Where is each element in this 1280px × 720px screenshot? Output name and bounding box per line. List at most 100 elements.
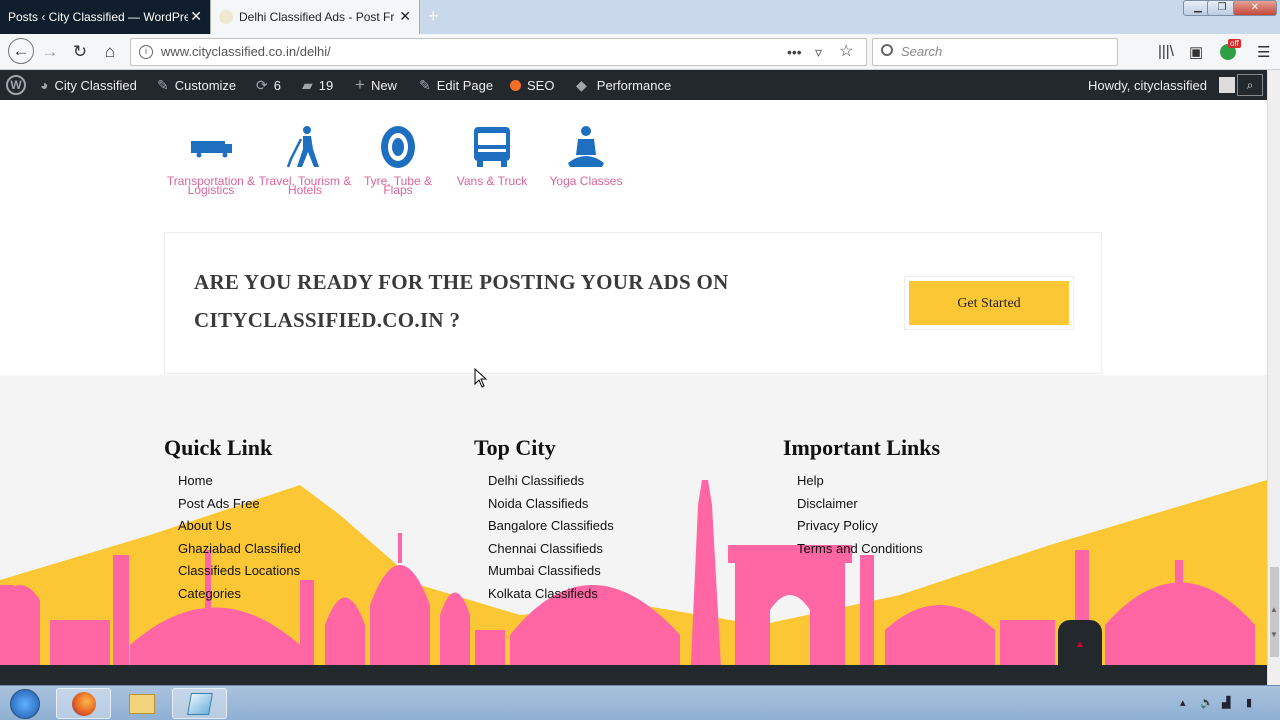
comments-count: 19 [318,77,334,93]
new-tab-icon[interactable]: + [428,6,439,27]
mouse-cursor-icon [474,368,488,388]
menu-hamburger-icon[interactable]: ☰ [1257,43,1270,61]
wp-comments[interactable]: ▰ 19 [302,70,333,100]
brush-icon: ✎ [157,76,169,93]
page-scrollbar[interactable]: ▲ ▼ [1267,70,1280,685]
wp-search-icon[interactable]: ⌕ [1237,74,1263,96]
seo-label: SEO [527,77,555,93]
navigation-toolbar: ← → ↻ ⌂ i www.cityclassified.co.in/delhi… [0,34,1280,70]
category-label: Tyre, Tube & Flaps [363,174,433,197]
volume-icon[interactable]: 🔈 [1200,696,1214,709]
network-icon[interactable]: ▟ [1222,696,1230,709]
category-item[interactable]: Vans & Truck [442,125,542,188]
close-tab-icon[interactable]: ✕ [190,9,202,23]
footer-link[interactable]: Privacy Policy [797,518,940,541]
edit-page-label: Edit Page [436,77,494,93]
footer-link[interactable]: Chennai Classifieds [488,541,614,564]
wp-performance[interactable]: ◆ Performance [576,70,671,100]
footer-link[interactable]: Home [178,473,301,496]
footer-link[interactable]: Delhi Classifieds [488,473,614,496]
search-input[interactable]: Search [872,38,1118,66]
folder-icon [128,693,155,714]
scroll-down-icon[interactable]: ▼ [1270,630,1278,639]
category-item[interactable]: Yoga Classes [536,125,636,188]
windows-taskbar: ▴ 🔈 ▟ ▮ [0,685,1280,720]
footer: Quick Link Home Post Ads Free About Us G… [0,375,1267,685]
category-item[interactable]: Transportation & Logistics [161,125,261,197]
wp-updates[interactable]: ⟳ 6 [256,70,281,100]
footer-link[interactable]: About Us [178,518,301,541]
forward-arrow-icon[interactable]: → [40,42,60,62]
footer-link[interactable]: Disclaimer [797,496,940,519]
tyre-icon [381,126,415,168]
footer-link[interactable]: Classifieds Locations [178,563,301,586]
tab-title: Posts ‹ City Classified — WordPress [8,10,188,24]
taskbar-app[interactable] [172,688,227,719]
footer-link[interactable]: Terms and Conditions [797,541,940,564]
wp-customize[interactable]: ✎ Customize [157,70,236,100]
footer-heading: Important Links [783,435,941,460]
page-actions-icon[interactable]: ••• [787,39,802,65]
category-item[interactable]: Travel, Tourism & Hotels [255,125,355,197]
address-bar[interactable]: i www.cityclassified.co.in/delhi/ ••• ▿ … [130,38,867,66]
footer-link[interactable]: Noida Classifieds [488,496,614,519]
wordpress-logo-icon[interactable]: W [6,70,26,100]
back-arrow-icon[interactable]: ← [8,38,34,64]
site-name-label: City Classified [54,77,137,93]
home-icon[interactable]: ⌂ [100,42,120,62]
pencil-icon: ✎ [419,76,431,93]
wp-edit-page[interactable]: ✎ Edit Page [419,70,493,100]
search-placeholder: Search [901,44,943,59]
seo-status-icon [510,79,521,91]
start-button[interactable] [0,688,50,719]
site-info-icon[interactable]: i [139,45,153,59]
get-started-button[interactable]: Get Started [909,281,1069,325]
pocket-icon[interactable]: ▿ [815,39,822,65]
walking-traveler-icon [286,126,319,168]
sidebar-icon[interactable]: ▣ [1189,43,1203,61]
show-hidden-icons-icon[interactable]: ▴ [1180,696,1186,709]
updates-icon: ⟳ [256,76,268,93]
howdy-label: Howdy, cityclassified [1088,77,1207,93]
scroll-up-icon[interactable]: ▲ [1270,605,1278,614]
library-icon[interactable]: |||\ [1158,43,1174,60]
category-label: Transportation & Logistics [166,174,256,197]
close-window-icon[interactable]: ✕ [1233,0,1277,16]
get-started-button-frame: Get Started [904,276,1074,330]
firefox-icon [71,691,96,716]
app-icon [186,692,213,715]
windows-logo-icon [10,688,40,719]
footer-link[interactable]: Post Ads Free [178,496,301,519]
reload-icon[interactable]: ↻ [70,42,90,62]
footer-heading: Quick Link [164,435,273,460]
wp-admin-bar: W ◕ City Classified ✎ Customize ⟳ 6 ▰ 19… [0,70,1267,100]
category-item[interactable]: Tyre, Tube & Flaps [348,125,448,197]
category-label: Yoga Classes [549,174,623,188]
bookmark-star-icon[interactable]: ☆ [839,39,853,65]
back-to-top-button[interactable]: ▲ [1058,620,1102,670]
wp-new[interactable]: + New [355,70,397,100]
footer-link[interactable]: Kolkata Classifieds [488,586,614,609]
category-label: Travel, Tourism & Hotels [258,174,352,197]
footer-link[interactable]: Help [797,473,940,496]
search-icon [881,44,893,56]
tab-wordpress-posts[interactable]: Posts ‹ City Classified — WordPress ✕ [0,0,210,34]
taskbar-firefox[interactable] [56,688,111,719]
tab-delhi-classified[interactable]: Delhi Classified Ads - Post Free ✕ [210,0,420,34]
wp-my-account[interactable]: Howdy, cityclassified [1088,70,1235,100]
category-label: Vans & Truck [456,174,528,188]
taskbar-explorer[interactable] [114,688,169,719]
footer-link[interactable]: Categories [178,586,301,609]
battery-icon[interactable]: ▮ [1246,696,1252,709]
wp-site-name[interactable]: ◕ City Classified [40,70,137,100]
footer-important-links: Important Links Help Disclaimer Privacy … [783,435,940,563]
footer-link[interactable]: Ghaziabad Classified [178,541,301,564]
arrow-up-icon: ▲ [1075,639,1085,650]
footer-bottom-bar [0,665,1267,685]
close-tab-icon[interactable]: ✕ [399,9,411,23]
performance-label: Performance [596,77,672,93]
footer-link[interactable]: Mumbai Classifieds [488,563,614,586]
wp-seo[interactable]: SEO [510,70,554,100]
yoga-icon [568,126,604,167]
footer-link[interactable]: Bangalore Classifieds [488,518,614,541]
